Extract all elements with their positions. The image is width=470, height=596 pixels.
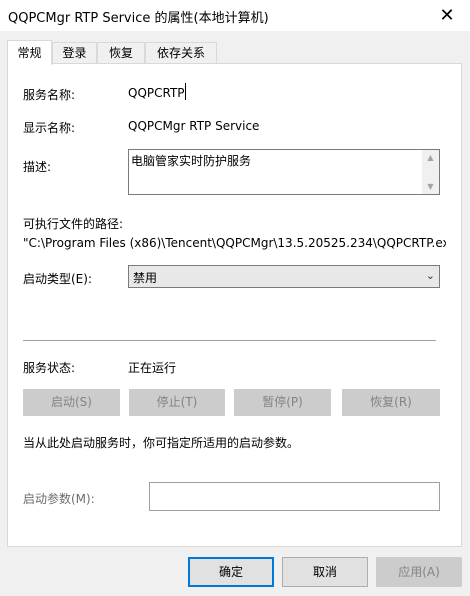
pause-button[interactable]: 暂停(P) xyxy=(234,389,331,416)
exe-path-label: 可执行文件的路径: xyxy=(23,217,124,231)
cancel-button[interactable]: 取消 xyxy=(282,557,368,587)
startup-type-select[interactable]: 禁用 ⌄ xyxy=(128,265,440,288)
display-name-value: QQPCMgr RTP Service xyxy=(128,119,260,133)
description-label: 描述: xyxy=(23,160,52,174)
text-cursor xyxy=(185,83,186,100)
apply-button[interactable]: 应用(A) xyxy=(376,557,462,587)
start-params-label: 启动参数(M): xyxy=(23,492,95,506)
start-params-input[interactable] xyxy=(149,482,440,511)
tab-logon[interactable]: 登录 xyxy=(52,42,97,63)
service-status-label: 服务状态: xyxy=(23,361,76,375)
window-title: QQPCMgr RTP Service 的属性(本地计算机) xyxy=(8,11,269,26)
description-textbox[interactable]: 电脑管家实时防护服务 ▲ ▼ xyxy=(128,149,440,195)
tab-dependencies[interactable]: 依存关系 xyxy=(145,42,217,63)
service-name-value[interactable]: QQPCRTP xyxy=(128,86,185,100)
start-button[interactable]: 启动(S) xyxy=(23,389,120,416)
description-value: 电脑管家实时防护服务 xyxy=(131,154,252,168)
service-status-value: 正在运行 xyxy=(128,361,177,375)
start-params-hint: 当从此处启动服务时，你可指定所适用的启动参数。 xyxy=(23,436,300,450)
startup-type-value: 禁用 xyxy=(133,271,158,285)
scroll-up-icon[interactable]: ▲ xyxy=(422,153,439,162)
service-name-label: 服务名称: xyxy=(23,88,76,102)
tab-recovery[interactable]: 恢复 xyxy=(97,42,145,63)
tab-general[interactable]: 常规 xyxy=(7,40,52,65)
ok-button[interactable]: 确定 xyxy=(188,557,274,587)
chevron-down-icon: ⌄ xyxy=(425,269,435,282)
resume-button[interactable]: 恢复(R) xyxy=(342,389,440,416)
close-icon[interactable]: ✕ xyxy=(424,0,470,31)
startup-type-label: 启动类型(E): xyxy=(23,272,92,286)
stop-button[interactable]: 停止(T) xyxy=(129,389,225,416)
exe-path-value: "C:\Program Files (x86)\Tencent\QQPCMgr\… xyxy=(23,236,446,250)
scroll-down-icon[interactable]: ▼ xyxy=(422,182,439,191)
description-scrollbar[interactable]: ▲ ▼ xyxy=(422,150,439,194)
title-bar: QQPCMgr RTP Service 的属性(本地计算机) ✕ xyxy=(0,0,470,31)
general-tab-panel: 服务名称: QQPCRTP 显示名称: QQPCMgr RTP Service … xyxy=(7,63,462,547)
display-name-label: 显示名称: xyxy=(23,121,76,135)
divider xyxy=(23,340,436,341)
